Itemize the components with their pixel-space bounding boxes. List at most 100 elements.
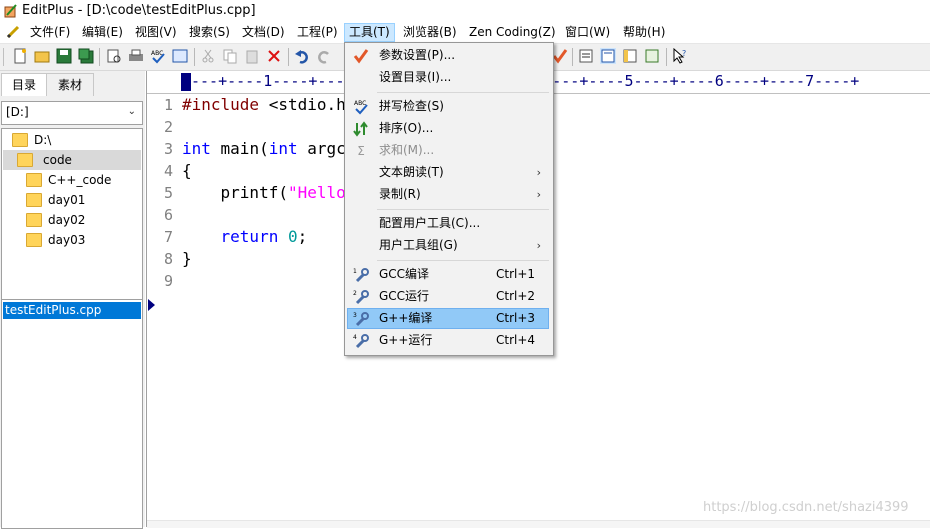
menu-item-record[interactable]: 录制(R) › [347,184,549,205]
menu-window[interactable]: 窗口(W) [561,24,614,41]
menu-item-spell-check[interactable]: ABC 拼写检查(S) [347,96,549,117]
menu-item-set-directory[interactable]: 设置目录(I)... [347,67,549,88]
folder-icon [26,213,42,227]
current-line-marker-icon [148,299,155,311]
menu-item-sum[interactable]: Σ 求和(M)... [347,140,549,161]
tree-item-code[interactable]: code [3,150,141,170]
menu-item-gpp-run[interactable]: 4 G++运行 Ctrl+4 [347,330,549,351]
menu-search[interactable]: 搜索(S) [185,24,234,41]
code-line-5: printf("Hello [182,183,346,202]
paste-icon[interactable] [244,48,260,64]
pencil-icon [6,25,20,39]
checkmark-icon[interactable] [552,48,568,64]
tree-item-cpp-code[interactable]: C++_code [26,170,140,190]
print-preview-icon[interactable] [106,48,122,64]
menu-item-text-to-speech[interactable]: 文本朗读(T) › [347,162,549,183]
open-folder-icon[interactable] [34,48,50,64]
new-file-icon[interactable] [12,48,28,64]
menu-project[interactable]: 工程(P) [293,24,342,41]
checkmark-icon [353,49,369,64]
menu-view[interactable]: 视图(V) [131,24,181,41]
menu-help[interactable]: 帮助(H) [619,24,669,41]
drive-select-value: [D:] [6,105,29,119]
save-icon[interactable] [56,48,72,64]
copy-icon[interactable] [222,48,238,64]
menu-separator [377,92,549,93]
browser-preview-icon[interactable] [172,48,188,64]
drive-select[interactable]: [D:] ⌄ [1,101,143,125]
menu-item-preferences[interactable]: 参数设置(P)... [347,45,549,66]
svg-text:ABC: ABC [354,100,366,107]
spell-check-icon: ABC [354,100,368,115]
tree-item-d-drive[interactable]: D:\ [12,130,140,150]
line-number: 4 [163,162,173,180]
svg-text:2: 2 [353,290,357,297]
line-number: 2 [163,118,173,136]
file-item-testeditplus[interactable]: testEditPlus.cpp [3,302,141,319]
tab-directory[interactable]: 目录 [1,73,47,96]
menu-item-sort[interactable]: 排序(O)... [347,118,549,139]
folder-icon [26,173,42,187]
chevron-right-icon: › [536,188,541,201]
line-number: 1 [163,96,173,114]
menu-separator [377,209,549,210]
directory-tree: D:\ code C++_code day01 day02 day03 [1,128,143,300]
tree-item-day03[interactable]: day03 [26,230,140,250]
menu-separator [377,260,549,261]
watermark-text: https://blog.csdn.net/shazi4399 [703,500,909,515]
line-number: 3 [163,140,173,158]
cut-icon[interactable] [200,48,216,64]
save-all-icon[interactable] [78,48,94,64]
menu-item-gcc-compile[interactable]: 1 GCC编译 Ctrl+1 [347,264,549,285]
chevron-right-icon: › [536,239,541,252]
tree-item-day02[interactable]: day02 [26,210,140,230]
tab-cliptext[interactable]: 素材 [46,73,94,96]
chevron-down-icon: ⌄ [127,106,136,117]
tree-item-day01[interactable]: day01 [26,190,140,210]
menu-zen-coding[interactable]: Zen Coding(Z) [465,24,560,41]
code-line-4: { [182,161,192,180]
redo-icon[interactable] [316,48,332,64]
wrench-icon: 1 [353,268,369,283]
ruler-cursor-marker [181,73,191,91]
code-line-7: return 0; [182,227,308,246]
menu-bar: 文件(F) 编辑(E) 视图(V) 搜索(S) 文档(D) 工程(P) 工具(T… [0,22,930,44]
directory-panel: 目录 素材 [D:] ⌄ D:\ code C++_code day01 day… [0,71,145,529]
wrench-icon: 2 [353,290,369,305]
wrench-icon: 3 [353,312,369,327]
line-number-gutter: 1 2 3 4 5 6 7 8 9 [147,94,177,527]
screen-icon[interactable] [644,48,660,64]
window-title: EditPlus - [D:\code\testEditPlus.cpp] [22,3,256,18]
chevron-right-icon: › [536,166,541,179]
menu-item-configure-user-tools[interactable]: 配置用户工具(C)... [347,213,549,234]
delete-icon[interactable] [266,48,282,64]
menu-item-gpp-compile[interactable]: 3 G++编译 Ctrl+3 [347,308,549,329]
print-icon[interactable] [128,48,144,64]
menu-tools[interactable]: 工具(T) [344,23,395,42]
svg-text:3: 3 [353,312,357,319]
line-number: 8 [163,250,173,268]
line-number: 5 [163,184,173,202]
line-number: 9 [163,272,173,290]
menu-item-gcc-run[interactable]: 2 GCC运行 Ctrl+2 [347,286,549,307]
folder-icon [26,233,42,247]
code-line-1: #include <stdio.h> [182,95,356,114]
menu-document[interactable]: 文档(D) [238,24,289,41]
menu-item-user-tool-groups[interactable]: 用户工具组(G) › [347,235,549,256]
menu-file[interactable]: 文件(F) [26,24,74,41]
line-number-icon[interactable] [622,48,638,64]
menu-browser[interactable]: 浏览器(B) [399,24,461,41]
spell-check-icon[interactable]: ABC [150,48,166,64]
code-line-3: int main(int argc [182,139,346,158]
undo-icon[interactable] [294,48,310,64]
help-cursor-icon[interactable]: ? [672,48,688,64]
word-wrap-icon[interactable] [578,48,594,64]
svg-text:?: ? [682,49,686,58]
menu-edit[interactable]: 编辑(E) [78,24,127,41]
title-bar: EditPlus - [D:\code\testEditPlus.cpp] [0,0,930,22]
folder-icon [26,193,42,207]
code-line-8: } [182,249,192,268]
ruler-toggle-icon[interactable] [600,48,616,64]
svg-text:4: 4 [353,334,357,341]
tools-menu: 参数设置(P)... 设置目录(I)... ABC 拼写检查(S) 排序(O).… [344,42,554,356]
